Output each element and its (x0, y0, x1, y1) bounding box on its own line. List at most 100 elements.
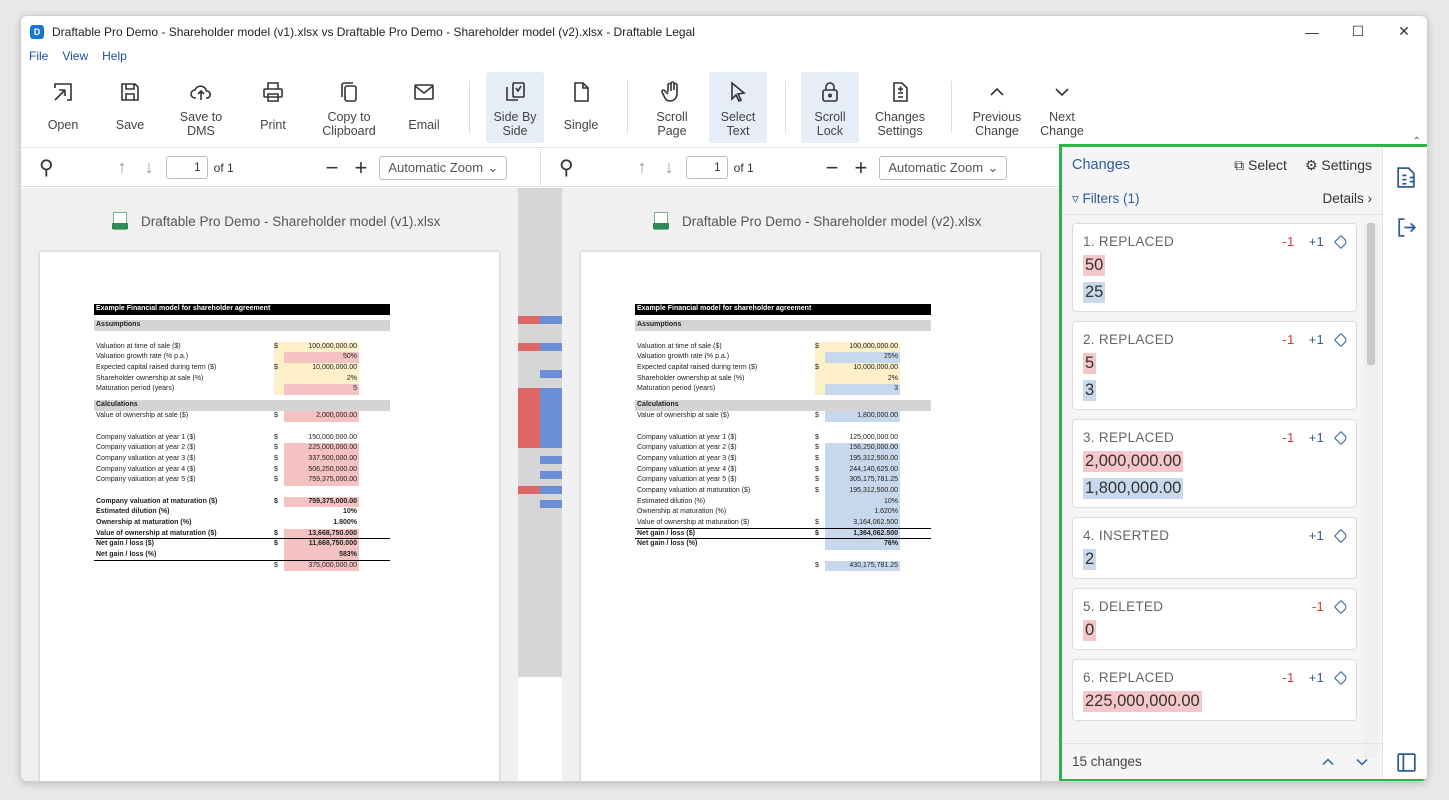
change-card[interactable]: 4. INSERTED +1 2 (1072, 517, 1357, 579)
minimap-change-marker[interactable] (540, 343, 562, 351)
print-button[interactable]: Print (249, 72, 297, 143)
filters-button[interactable]: ▿ Filters (1) (1072, 191, 1140, 207)
sheet-row: Estimated dilution (%) 10% (94, 507, 390, 518)
minimap-change-marker[interactable] (540, 433, 562, 448)
details-button[interactable]: Details › (1322, 191, 1372, 206)
zoom-select[interactable]: Automatic Zoom ⌄ (879, 155, 1008, 180)
app-window: D Draftable Pro Demo - Shareholder model… (20, 15, 1428, 782)
search-icon[interactable]: ⚲ (559, 155, 574, 180)
side-rail (1382, 147, 1427, 779)
tag-icon[interactable] (1333, 430, 1349, 445)
chevron-up-icon[interactable] (1318, 752, 1338, 772)
minimap-change-marker[interactable] (540, 388, 562, 403)
minimap-change-marker[interactable] (540, 316, 562, 324)
select-text-button[interactable]: Select Text (709, 72, 767, 143)
minimap-change-marker[interactable] (518, 418, 540, 433)
menu-file[interactable]: File (29, 47, 48, 67)
email-button[interactable]: Email (399, 72, 449, 143)
close-button[interactable]: ✕ (1381, 16, 1427, 47)
select-changes-button[interactable]: ⧉ Select (1234, 157, 1287, 174)
sheet-section: Assumptions (635, 320, 931, 331)
sheet-row: Net gain / loss ($) $1,364,062.500 (635, 528, 931, 540)
change-card[interactable]: 2. REPLACED -1 +1 5 3 (1072, 321, 1357, 410)
copy-to-clipboard-button[interactable]: Copy to Clipboard (317, 72, 381, 143)
zoom-out-icon[interactable]: − (826, 155, 839, 181)
save-button[interactable]: Save (106, 72, 154, 143)
window-title: Draftable Pro Demo - Shareholder model (… (52, 24, 695, 39)
change-card[interactable]: 1. REPLACED -1 +1 50 25 (1072, 223, 1357, 312)
page-number-input[interactable]: 1 (165, 156, 208, 179)
tag-icon[interactable] (1333, 599, 1349, 614)
minimap-change-marker[interactable] (518, 388, 540, 403)
change-minimap[interactable] (518, 188, 562, 677)
zoom-in-icon[interactable]: + (855, 155, 868, 181)
tag-icon[interactable] (1333, 332, 1349, 347)
sheet-cell: Company valuation at year 3 ($) (96, 454, 196, 462)
single-view-button[interactable]: Single (556, 72, 606, 143)
change-card[interactable]: 6. REPLACED -1 +1 225,000,000.00 (1072, 659, 1357, 721)
deleted-text: 5 (1083, 353, 1097, 374)
open-button[interactable]: Open (39, 72, 87, 143)
left-spreadsheet: Example Financial model for shareholder … (94, 304, 390, 572)
side-by-side-button[interactable]: Side By Side (486, 72, 544, 143)
minimap-change-marker[interactable] (540, 403, 562, 418)
menu-view[interactable]: View (62, 47, 88, 67)
sheet-cell: Company valuation at year 5 ($) (96, 476, 196, 484)
sheet-cell: Value of ownership at sale ($) (637, 412, 730, 420)
sheet-cell: Estimated dilution (%) (96, 508, 170, 516)
page-count: of 1 (733, 160, 754, 175)
page-number-input[interactable]: 1 (685, 156, 728, 179)
search-icon[interactable]: ⚲ (39, 155, 54, 180)
maximize-button[interactable]: ☐ (1335, 16, 1381, 47)
minimap-change-marker[interactable] (518, 316, 540, 324)
zoom-out-icon[interactable]: − (326, 155, 339, 181)
change-list-scrollbar[interactable] (1364, 223, 1378, 758)
next-page-icon[interactable]: ↓ (665, 157, 674, 178)
next-change-button[interactable]: Next Change (1033, 72, 1091, 143)
minimap-change-marker[interactable] (540, 500, 562, 508)
save-to-dms-button[interactable]: Save to DMS (169, 72, 233, 143)
sheet-cell: Net gain / loss (%) (637, 540, 698, 548)
document-icon (574, 82, 589, 102)
change-card[interactable]: 5. DELETED -1 0 (1072, 588, 1357, 650)
chevron-down-icon[interactable] (1352, 752, 1372, 772)
minimap-change-marker[interactable] (540, 486, 562, 494)
previous-page-icon[interactable]: ↑ (638, 157, 647, 178)
previous-page-icon[interactable]: ↑ (118, 157, 127, 178)
minimap-change-marker[interactable] (540, 456, 562, 464)
zoom-select[interactable]: Automatic Zoom ⌄ (379, 155, 508, 180)
sheet-cell: Ownership at maturation (%) (637, 508, 727, 516)
export-icon[interactable] (1394, 215, 1419, 240)
sheet-cell: Shareholder ownership at sale (%) (96, 374, 204, 382)
scrollbar-thumb[interactable] (1367, 223, 1375, 365)
sheet-cell: $ (815, 561, 819, 569)
tag-icon[interactable] (1333, 528, 1349, 543)
changes-title: Changes (1072, 157, 1131, 173)
minimap-change-marker[interactable] (540, 418, 562, 433)
sheet-row: Company valuation at year 4 ($) $506,250,… (94, 464, 390, 476)
panel-toggle-icon[interactable] (1394, 750, 1419, 775)
scroll-lock-button[interactable]: Scroll Lock (801, 72, 859, 143)
change-card[interactable]: 3. REPLACED -1 +1 2,000,000.00 1,800,000.00 (1072, 419, 1357, 508)
minimap-change-marker[interactable] (518, 343, 540, 351)
zoom-in-icon[interactable]: + (355, 155, 368, 181)
minimize-button[interactable]: — (1289, 16, 1335, 47)
minimap-change-marker[interactable] (518, 486, 540, 494)
minimap-change-marker[interactable] (540, 370, 562, 378)
minimap-change-marker[interactable] (540, 471, 562, 479)
sheet-cell: Valuation growth rate (% p.a.) (637, 353, 730, 361)
scroll-page-button[interactable]: Scroll Page (643, 72, 701, 143)
minimap-change-marker[interactable] (518, 403, 540, 418)
minimap-change-marker[interactable] (518, 433, 540, 448)
menu-help[interactable]: Help (102, 47, 127, 67)
changes-list-icon[interactable] (1394, 165, 1419, 190)
inserted-text: 25 (1083, 282, 1106, 303)
changes-settings-link[interactable]: ⚙ Settings (1305, 157, 1372, 174)
tag-icon[interactable] (1333, 234, 1349, 249)
sheet-row: $375,000,000.00 (94, 560, 390, 572)
sheet-row: Expected capital raised during term ($) $… (635, 363, 931, 374)
previous-change-button[interactable]: Previous Change (966, 72, 1028, 143)
tag-icon[interactable] (1333, 670, 1349, 685)
changes-settings-button[interactable]: Changes Settings (869, 72, 931, 143)
next-page-icon[interactable]: ↓ (145, 157, 154, 178)
